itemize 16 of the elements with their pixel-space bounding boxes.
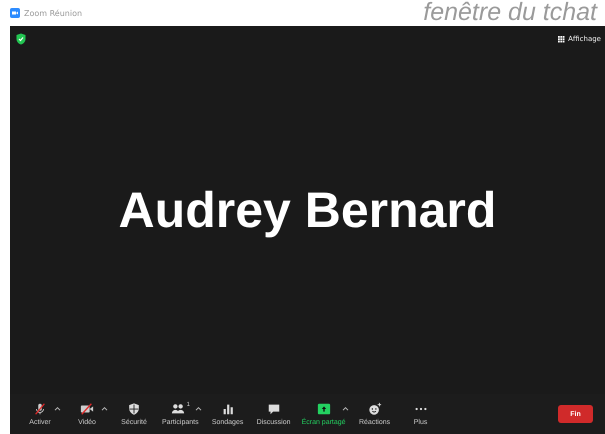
app-icon	[10, 8, 20, 18]
caret-icon[interactable]	[342, 406, 349, 411]
caret-icon[interactable]	[54, 406, 61, 411]
caret-icon[interactable]	[101, 406, 108, 411]
grid-icon	[558, 36, 566, 42]
window-title: Zoom Réunion	[24, 8, 82, 18]
bar-chart-icon	[220, 402, 235, 416]
smiley-icon	[368, 402, 382, 416]
shield-icon	[16, 33, 26, 45]
annotation-text: fenêtre du tchat	[423, 0, 597, 25]
share-screen-icon	[316, 402, 331, 416]
shield-icon	[127, 402, 141, 416]
speaker-name: Audrey Bernard	[118, 180, 496, 238]
speech-bubble-icon	[266, 402, 281, 416]
people-icon	[170, 402, 185, 416]
caret-icon[interactable]	[194, 406, 202, 411]
